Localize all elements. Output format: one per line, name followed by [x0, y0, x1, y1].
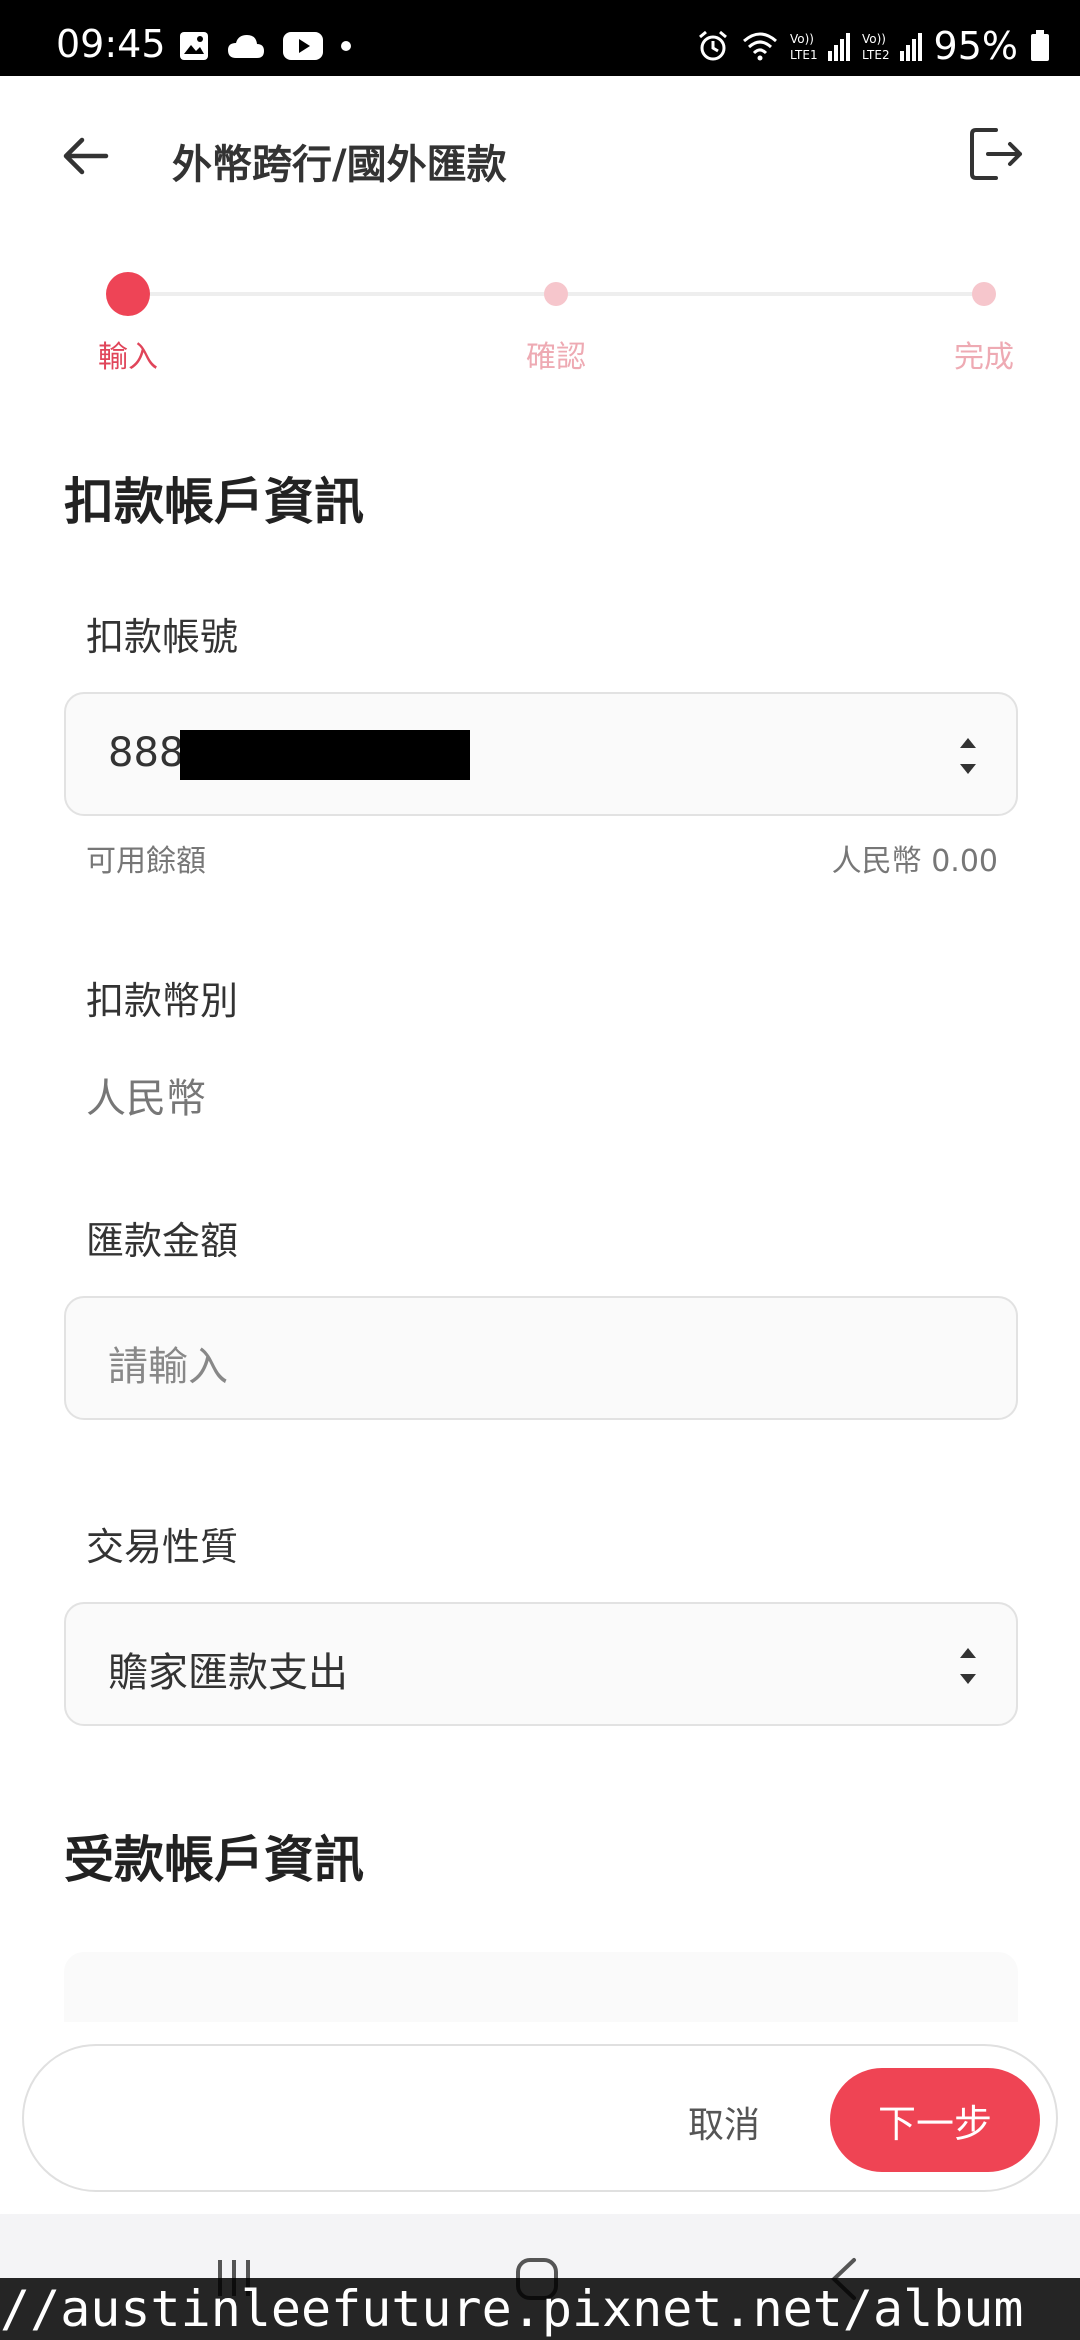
currency-value: 人民幣: [86, 1076, 206, 1122]
notification-dot-icon: [340, 40, 352, 52]
available-balance-label: 可用餘額: [86, 844, 206, 879]
payee-section-title: 受款帳戶資訊: [64, 1831, 364, 1889]
svg-text:Vo)): Vo)): [862, 32, 886, 46]
available-balance-value: 人民幣 0.00: [831, 844, 998, 879]
step-1-label: 輸入: [98, 340, 158, 375]
alarm-icon: [696, 29, 730, 63]
amount-placeholder: 請輸入: [108, 1344, 228, 1390]
wifi-icon: [742, 31, 778, 61]
logout-button[interactable]: [966, 124, 1026, 184]
step-2-label: 確認: [526, 340, 586, 375]
back-button[interactable]: [56, 126, 116, 186]
amount-label: 匯款金額: [86, 1219, 239, 1263]
bottom-action-bar: 取消 下一步: [22, 2044, 1058, 2192]
account-value: 888: [108, 730, 185, 776]
svg-text:Vo)): Vo)): [790, 32, 814, 46]
next-button[interactable]: 下一步: [830, 2068, 1040, 2172]
status-bar: 09:45 Vo)) LTE1 Vo)) LTE2 95%: [0, 0, 1080, 76]
svg-text:LTE1: LTE1: [790, 48, 818, 62]
cloud-icon: [226, 32, 266, 60]
step-3-dot: [972, 282, 996, 306]
nature-label: 交易性質: [86, 1525, 239, 1569]
currency-label: 扣款幣別: [86, 979, 239, 1023]
debit-section-title: 扣款帳戶資訊: [64, 473, 364, 531]
sim2-signal-icon: Vo)) LTE2: [862, 29, 922, 63]
sort-arrows-icon: [960, 738, 976, 774]
nature-select[interactable]: 贍家匯款支出: [64, 1602, 1018, 1726]
battery-percent: 95%: [933, 24, 1018, 68]
progress-stepper: 輸入 確認 完成: [0, 262, 1080, 382]
step-1-dot: [106, 272, 150, 316]
payee-field-partial[interactable]: [64, 1952, 1018, 2022]
battery-icon: [1030, 30, 1050, 62]
logout-icon: [970, 128, 1022, 180]
cancel-button[interactable]: 取消: [688, 2096, 760, 2148]
nature-value: 贍家匯款支出: [108, 1650, 348, 1696]
redacted-account-bar: [180, 730, 470, 780]
page-title: 外幣跨行/國外匯款: [172, 142, 507, 188]
account-label: 扣款帳號: [86, 615, 239, 659]
youtube-icon: [282, 31, 324, 61]
step-2-dot: [544, 282, 568, 306]
app-header: 外幣跨行/國外匯款: [0, 76, 1080, 236]
svg-text:LTE2: LTE2: [862, 48, 890, 62]
watermark-text: //austinleefuture.pixnet.net/album: [0, 2278, 1080, 2340]
gallery-icon: [178, 30, 210, 62]
amount-input[interactable]: 請輸入: [64, 1296, 1018, 1420]
step-3-label: 完成: [954, 340, 1014, 375]
sim1-signal-icon: Vo)) LTE1: [790, 29, 850, 63]
sort-arrows-icon: [960, 1648, 976, 1684]
status-time: 09:45: [56, 22, 166, 66]
arrow-left-icon: [63, 137, 109, 175]
